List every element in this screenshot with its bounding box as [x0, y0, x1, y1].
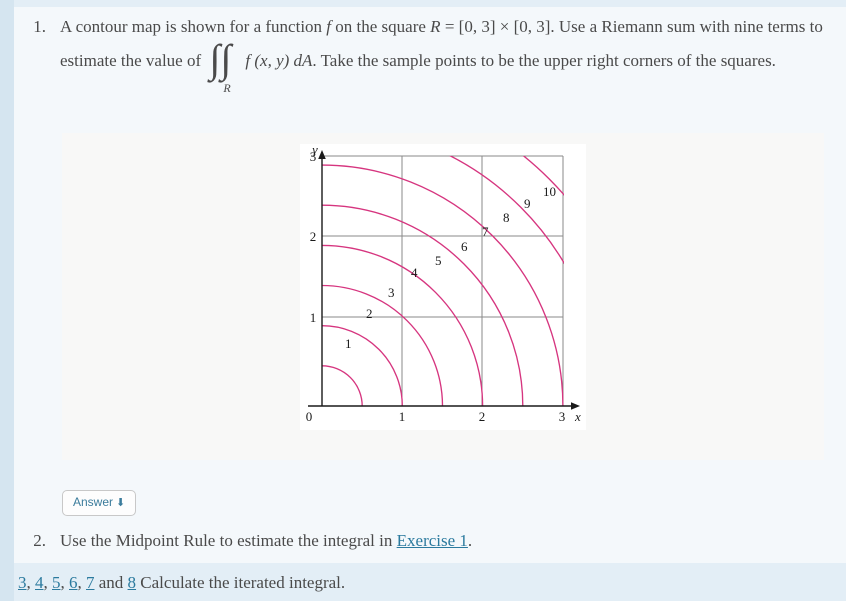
- exercise-links-line: 3, 4, 5, 6, 7 and 8 Calculate the iterat…: [18, 570, 345, 596]
- contour-level-4: [322, 244, 484, 406]
- tick-x-2: 2: [479, 409, 486, 424]
- contour-label-7: 7: [482, 224, 489, 239]
- region-symbol-R: R: [430, 17, 441, 36]
- exercise-1-link[interactable]: Exercise 1: [397, 531, 468, 550]
- integrand-expression: f (x, y) dA: [245, 51, 313, 70]
- tick-y-2: 2: [310, 229, 317, 244]
- contour-label-6: 6: [461, 239, 468, 254]
- tick-origin: 0: [306, 409, 313, 424]
- grid-lines: [322, 155, 564, 406]
- contour-label-2: 2: [366, 306, 373, 321]
- answer-button-label: Answer: [73, 495, 114, 509]
- x-axis-label: x: [574, 409, 581, 424]
- sep-2: ,: [43, 573, 52, 592]
- exercise-link-5[interactable]: 5: [52, 573, 61, 592]
- problem-1-number: 1.: [33, 17, 46, 36]
- domain-expression: [0, 3] × [0, 3]: [458, 17, 551, 36]
- contour-label-9: 9: [524, 196, 531, 211]
- problem-2-text-before: Use the Midpoint Rule to estimate the in…: [60, 531, 397, 550]
- integral-subscript: R: [223, 81, 231, 95]
- problem-2: 2. Use the Midpoint Rule to estimate the…: [14, 524, 832, 558]
- double-integral-icon: ∫ ∫ R: [209, 39, 243, 96]
- down-arrow-icon: ⬇: [116, 497, 126, 509]
- problem-1-text-part-a: A contour map is shown for a function: [60, 17, 327, 36]
- sep-4: ,: [77, 573, 86, 592]
- problem-1-text-part-b: on the square: [331, 17, 431, 36]
- tick-y-1: 1: [310, 310, 317, 325]
- exercise-link-4[interactable]: 4: [35, 573, 44, 592]
- sep-3: ,: [60, 573, 69, 592]
- problem-1-text-part-d: . Take the sample points to be the upper…: [312, 51, 776, 70]
- contour-label-10: 10: [543, 184, 556, 199]
- tick-x-1: 1: [399, 409, 406, 424]
- answer-button[interactable]: Answer ⬇: [62, 490, 137, 516]
- contour-label-5: 5: [435, 253, 442, 268]
- exercise-link-8[interactable]: 8: [128, 573, 137, 592]
- problem-1-text: A contour map is shown for a function f …: [60, 10, 832, 96]
- exercise-link-3[interactable]: 3: [18, 573, 27, 592]
- contour-label-4: 4: [411, 265, 418, 280]
- axes: [308, 158, 572, 407]
- contour-label-3: 3: [388, 285, 395, 300]
- equals-sign: =: [440, 17, 459, 36]
- contour-level-5: [322, 204, 524, 406]
- contour-label-8: 8: [503, 210, 510, 225]
- left-gutter-strip: [0, 0, 14, 601]
- trailing-text-after: Calculate the iterated integral.: [136, 573, 346, 592]
- conjunction: and: [94, 573, 128, 592]
- contour-map-svg: y x 0 1 2 3 1 2 3 1 2 3 4 5 6 7 8 9 10: [306, 142, 581, 424]
- problem-2-text-after: .: [467, 531, 473, 550]
- figure-panel: y x 0 1 2 3 1 2 3 1 2 3 4 5 6 7 8 9 10: [62, 133, 824, 460]
- tick-x-3: 3: [559, 409, 566, 424]
- integral-sign-1: ∫: [209, 36, 221, 81]
- exercise-link-7[interactable]: 7: [86, 573, 95, 592]
- y-axis-arrow-icon: [318, 150, 326, 159]
- problem-2-number: 2.: [33, 531, 46, 550]
- exercise-link-6[interactable]: 6: [69, 573, 78, 592]
- contour-map-figure: y x 0 1 2 3 1 2 3 1 2 3 4 5 6 7 8 9 10: [300, 142, 586, 430]
- problem-1: 1. A contour map is shown for a function…: [14, 10, 832, 96]
- problem-2-text: Use the Midpoint Rule to estimate the in…: [60, 524, 832, 558]
- tick-y-3: 3: [310, 149, 317, 164]
- contour-label-1: 1: [345, 336, 352, 351]
- sep-1: ,: [26, 573, 35, 592]
